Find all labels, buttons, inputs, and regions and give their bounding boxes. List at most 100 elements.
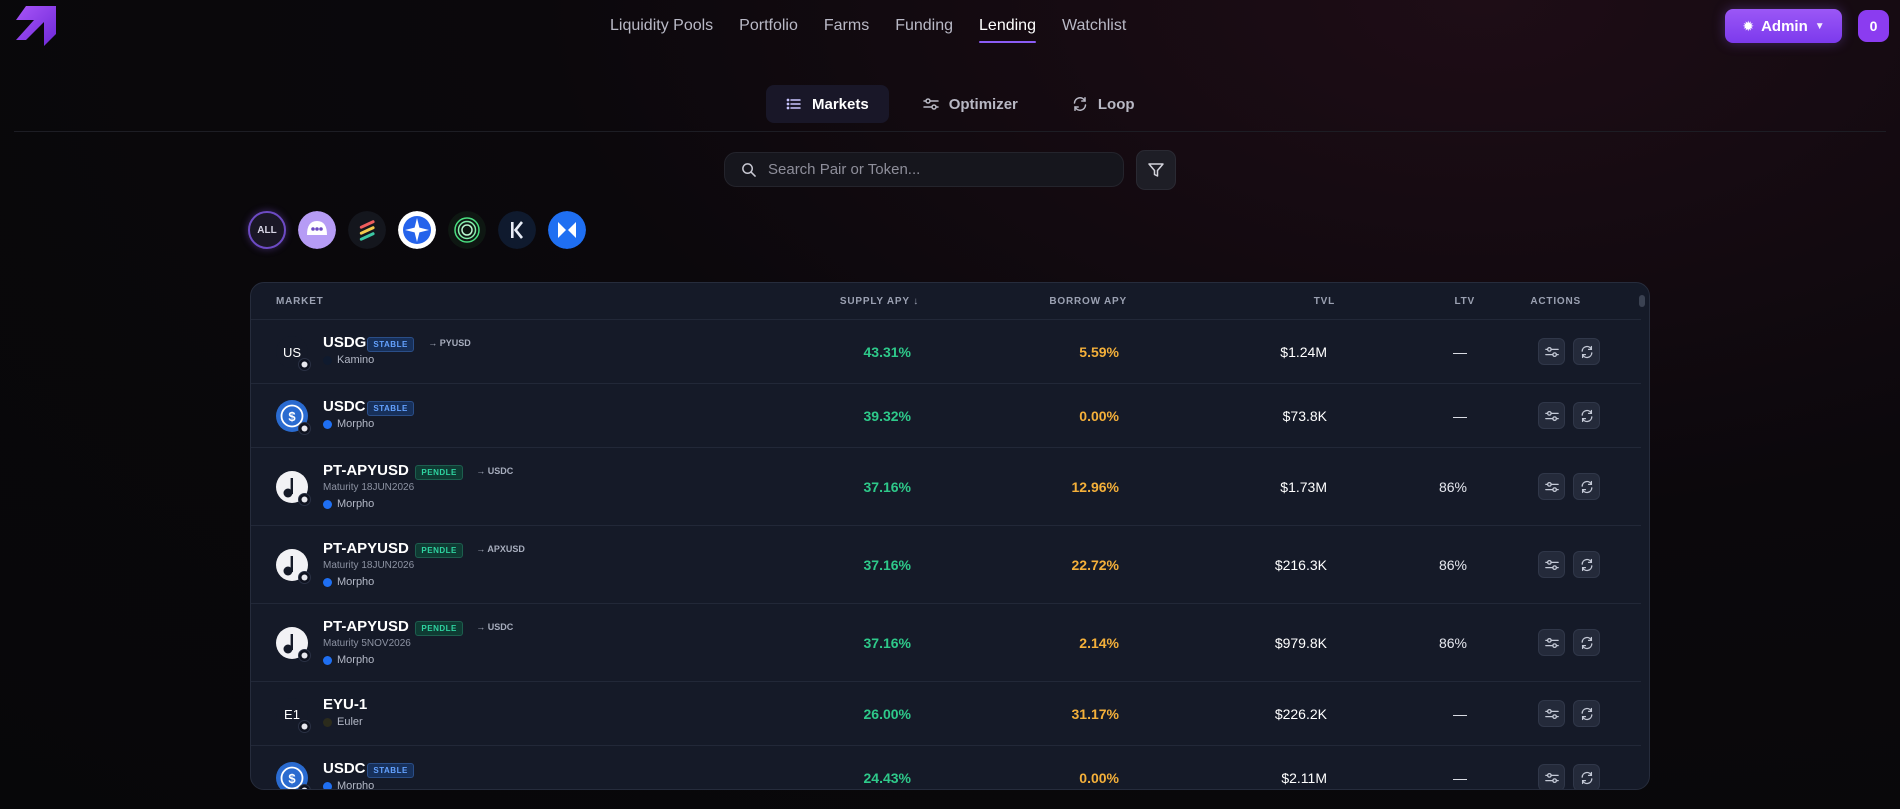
asset-icon xyxy=(276,549,311,584)
col-supply-apy[interactable]: SUPPLY APY ↓ xyxy=(840,296,919,307)
sliders-icon xyxy=(1544,772,1559,783)
asset-icon xyxy=(276,627,311,662)
sliders-icon xyxy=(1544,637,1559,648)
nav-farms[interactable]: Farms xyxy=(811,0,882,52)
svg-text:E1: E1 xyxy=(284,707,300,722)
scrollbar[interactable] xyxy=(1639,295,1645,307)
col-ltv[interactable]: LTV xyxy=(1454,296,1475,307)
borrow-apy-value: 31.17% xyxy=(1071,706,1119,722)
nav-funding[interactable]: Funding xyxy=(882,0,966,52)
tab-loop[interactable]: Loop xyxy=(1052,85,1155,123)
table-row[interactable]: PT-APYUSD PENDLE → USDC Maturity 18JUN2026 M… xyxy=(251,447,1641,525)
svg-text:US: US xyxy=(283,345,301,360)
loop-button[interactable] xyxy=(1573,402,1600,429)
kamino-icon xyxy=(498,211,536,249)
chevron-down-icon: ▼ xyxy=(1814,20,1825,32)
chip-kamino[interactable] xyxy=(498,211,536,249)
optimize-button[interactable] xyxy=(1538,764,1565,789)
tvl-value: $226.2K xyxy=(1274,706,1327,722)
chip-all[interactable]: ALL xyxy=(248,211,286,249)
asset-type-badge: PENDLE xyxy=(415,543,463,558)
loop-button[interactable] xyxy=(1573,473,1600,500)
borrow-apy-value: 0.00% xyxy=(1079,408,1119,424)
optimize-button[interactable] xyxy=(1538,338,1565,365)
chain-badge-icon xyxy=(298,422,311,435)
loop-button[interactable] xyxy=(1573,700,1600,727)
tvl-value: $216.3K xyxy=(1274,557,1327,573)
protocol-label: Morpho xyxy=(323,418,374,430)
kamino-icon xyxy=(323,355,332,365)
tab-optimizer[interactable]: Optimizer xyxy=(903,85,1038,123)
divider xyxy=(14,131,1886,132)
filter-button[interactable] xyxy=(1136,150,1176,190)
borrow-apy-value: 22.72% xyxy=(1071,557,1119,573)
nav-portfolio[interactable]: Portfolio xyxy=(726,0,811,52)
loop-button[interactable] xyxy=(1573,338,1600,365)
ltv-value: 86% xyxy=(1438,557,1467,573)
chain-badge-icon xyxy=(298,649,311,662)
chip-protocol-4[interactable] xyxy=(448,211,486,249)
gear-icon: ✹ xyxy=(1742,17,1755,34)
table-row[interactable]: PT-APYUSD PENDLE → APXUSD Maturity 18JUN202… xyxy=(251,525,1641,603)
asset-icon: $ xyxy=(276,762,311,789)
avatar[interactable]: 0 xyxy=(1858,10,1889,42)
search-input[interactable] xyxy=(768,161,1098,178)
markets-table: MARKET SUPPLY APY ↓ BORROW APY TVL LTV A… xyxy=(250,282,1650,790)
col-borrow-apy[interactable]: BORROW APY xyxy=(1049,296,1127,307)
asset-icon: $ xyxy=(276,400,311,435)
chain-badge-icon xyxy=(298,358,311,371)
nav-watchlist[interactable]: Watchlist xyxy=(1049,0,1139,52)
loop-button[interactable] xyxy=(1573,764,1600,789)
morpho-icon xyxy=(323,499,332,509)
loop-button[interactable] xyxy=(1573,629,1600,656)
table-row[interactable]: E1 EYU-1 Euler 26.00% 31.17% $226.2K — xyxy=(251,681,1641,745)
table-row[interactable]: $ USDC STABLE Morpho 39.32% 0.00% $73.8K — xyxy=(251,383,1641,447)
euler-icon xyxy=(323,717,332,727)
maturity-label: Maturity 18JUN2026 xyxy=(323,482,415,493)
optimize-button[interactable] xyxy=(1538,551,1565,578)
app-logo-icon[interactable] xyxy=(12,4,58,48)
col-market[interactable]: MARKET xyxy=(276,296,324,307)
tvl-value: $979.8K xyxy=(1274,635,1327,651)
nav-links: Liquidity Pools Portfolio Farms Funding … xyxy=(597,0,1139,52)
chip-protocol-3[interactable] xyxy=(398,211,436,249)
admin-button[interactable]: ✹ Admin ▼ xyxy=(1725,9,1842,43)
refresh-icon xyxy=(1581,558,1592,571)
protocol-label: Euler xyxy=(323,716,363,728)
stripes-protocol-icon xyxy=(348,211,386,249)
chip-protocol-1[interactable] xyxy=(298,211,336,249)
morpho-icon xyxy=(323,577,332,587)
chip-morpho[interactable] xyxy=(548,211,586,249)
col-tvl[interactable]: TVL xyxy=(1314,296,1335,307)
optimize-button[interactable] xyxy=(1538,402,1565,429)
supply-apy-value: 37.16% xyxy=(863,557,911,573)
ghost-protocol-icon xyxy=(298,211,336,249)
nav-liquidity-pools[interactable]: Liquidity Pools xyxy=(597,0,726,52)
supply-apy-value: 37.16% xyxy=(863,479,911,495)
table-row[interactable]: PT-APYUSD PENDLE → USDC Maturity 5NOV2026 Mo… xyxy=(251,603,1641,681)
optimize-button[interactable] xyxy=(1538,700,1565,727)
optimize-button[interactable] xyxy=(1538,629,1565,656)
chip-protocol-2[interactable] xyxy=(348,211,386,249)
loan-asset-label: → PYUSD xyxy=(428,338,471,348)
nav-lending[interactable]: Lending xyxy=(966,0,1049,52)
loop-button[interactable] xyxy=(1573,551,1600,578)
loan-asset-label: → USDC xyxy=(476,466,514,476)
table-row[interactable]: US USDG STABLE → PYUSD Kamino 43.31% 5.59% $1.2… xyxy=(251,319,1641,383)
table-row[interactable]: $ USDC STABLE Morpho 24.43% 0.00% $2.11M — xyxy=(251,745,1641,789)
admin-label: Admin xyxy=(1761,17,1808,35)
asset-name: USDC xyxy=(323,760,366,777)
morpho-icon xyxy=(323,655,332,665)
asset-type-badge: STABLE xyxy=(367,763,414,778)
ltv-value: 86% xyxy=(1438,479,1467,495)
refresh-icon xyxy=(1581,345,1592,358)
supply-apy-value: 37.16% xyxy=(863,635,911,651)
tab-optimizer-label: Optimizer xyxy=(948,95,1018,113)
borrow-apy-value: 0.00% xyxy=(1079,770,1119,786)
asset-name: EYU-1 xyxy=(323,696,368,713)
optimize-button[interactable] xyxy=(1538,473,1565,500)
ltv-value: 86% xyxy=(1438,635,1467,651)
tab-markets[interactable]: Markets xyxy=(766,85,889,123)
morpho-icon xyxy=(323,781,332,789)
asset-type-badge: PENDLE xyxy=(415,465,463,480)
